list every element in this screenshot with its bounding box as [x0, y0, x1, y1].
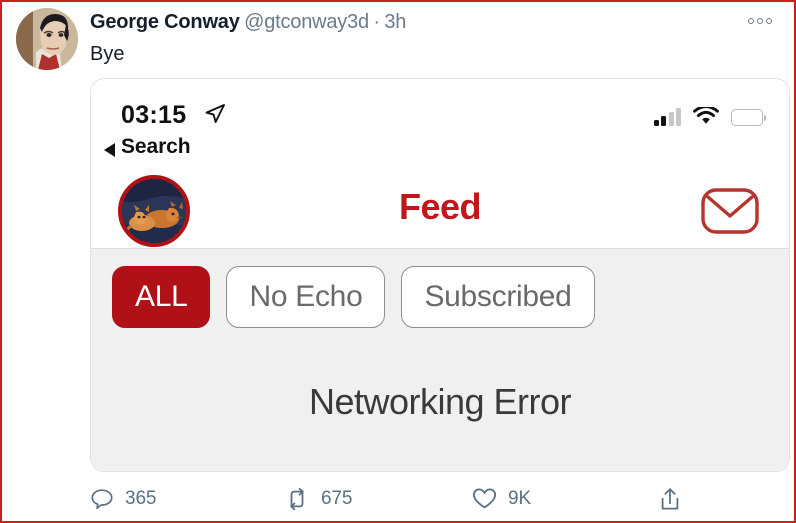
phone-status-bar: 03:15 — [91, 79, 789, 135]
retweet-count: 675 — [321, 488, 353, 509]
filter-chip-group: ALL No Echo Subscribed — [112, 266, 595, 328]
wifi-icon — [693, 105, 719, 126]
phone-content-area: ALL No Echo Subscribed Networking Error — [91, 249, 789, 471]
status-bar-time: 03:15 — [121, 101, 187, 129]
page-title: Feed — [398, 186, 482, 227]
back-triangle-icon[interactable] — [103, 142, 117, 163]
reply-button[interactable]: 365 — [90, 487, 157, 511]
reply-count: 365 — [125, 488, 157, 509]
signal-bar — [653, 120, 659, 126]
back-search-label[interactable]: Search — [121, 135, 191, 159]
display-name[interactable]: George Conway — [90, 11, 240, 33]
signal-bars-icon — [653, 108, 681, 126]
reply-icon — [90, 487, 114, 511]
timestamp[interactable]: 3h — [384, 11, 406, 33]
like-count: 9K — [508, 487, 532, 509]
avatar[interactable] — [16, 8, 78, 70]
overflow-dot — [757, 18, 763, 24]
signal-bar — [676, 108, 681, 126]
battery-cap — [763, 115, 766, 121]
tweet-text: Bye — [90, 43, 125, 65]
share-icon — [658, 487, 682, 512]
tweet-header: George Conway @gtconway3d · 3h Bye — [12, 6, 782, 72]
tweet-card: George Conway @gtconway3d · 3h Bye 03:15 — [0, 0, 796, 523]
more-options-icon[interactable] — [748, 18, 772, 24]
phone-nav-bar: Feed — [91, 172, 789, 249]
filter-chip-subscribed[interactable]: Subscribed — [401, 266, 595, 328]
author-avatar-image — [16, 8, 78, 70]
location-arrow-icon — [204, 103, 226, 130]
like-button[interactable]: 9K — [472, 487, 531, 510]
filter-chip-all[interactable]: ALL — [112, 266, 211, 328]
filter-chip-no-echo[interactable]: No Echo — [226, 266, 386, 328]
share-button[interactable] — [658, 487, 693, 512]
tweet-action-bar: 365 675 9K — [90, 484, 730, 518]
retweet-button[interactable]: 675 — [284, 487, 353, 511]
handle[interactable]: @gtconway3d — [244, 11, 369, 33]
battery-icon — [731, 109, 766, 126]
tweet-author-line: George Conway @gtconway3d · 3h — [90, 12, 406, 32]
filter-chip-label: Subscribed — [424, 280, 572, 313]
heart-icon — [472, 487, 497, 510]
envelope-icon[interactable] — [701, 188, 759, 239]
overflow-dot — [748, 18, 754, 24]
embedded-screenshot-image[interactable]: 03:15 Search Feed ALL No Echo Subscribed… — [90, 78, 790, 472]
phone-back-row[interactable]: Search — [91, 135, 789, 167]
signal-bar — [661, 116, 666, 126]
retweet-icon — [284, 487, 310, 511]
filter-chip-label: No Echo — [249, 280, 363, 313]
filter-chip-label: ALL — [135, 280, 188, 313]
overflow-dot — [766, 18, 772, 24]
status-bar-indicators — [653, 105, 766, 126]
status-message: Networking Error — [308, 381, 572, 422]
signal-bar — [668, 112, 674, 126]
separator: · — [373, 11, 380, 33]
